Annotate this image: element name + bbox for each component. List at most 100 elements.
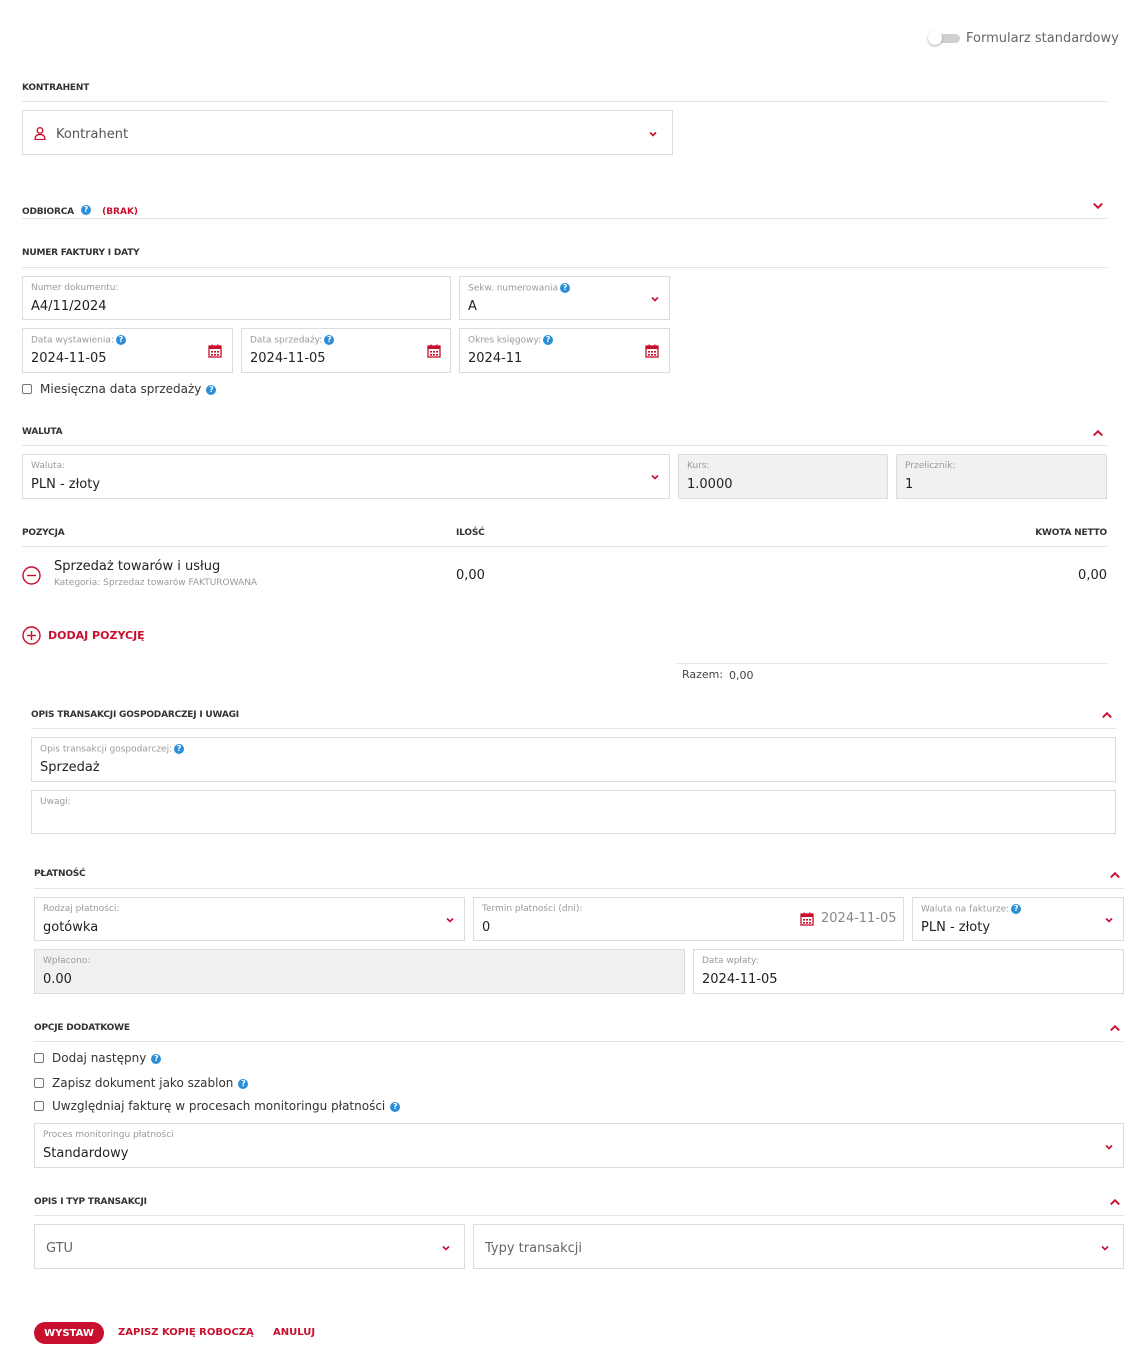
transaction-description-label: Opis transakcji gospodarczej: [40, 744, 173, 755]
invoice-currency-select[interactable]: Waluta na fakturze:? PLN - złoty [912, 897, 1124, 941]
notes-label: Uwagi: [40, 797, 71, 807]
save-template-checkbox[interactable] [34, 1078, 44, 1088]
document-number-field[interactable]: Numer dokumentu: A4/11/2024 [22, 276, 451, 320]
chevron-up-icon[interactable] [1091, 427, 1105, 439]
calendar-icon[interactable] [208, 344, 222, 358]
numer-section-title: NUMER FAKTURY I DATY [22, 248, 140, 258]
help-icon[interactable]: ? [174, 744, 185, 754]
cancel-button[interactable]: ANULUJ [273, 1327, 315, 1338]
document-number-value: A4/11/2024 [31, 299, 107, 314]
monitoring-process-select[interactable]: Proces monitoringu płatności Standardowy [34, 1123, 1124, 1168]
item-net-amount: 0,00 [1078, 568, 1107, 583]
converter-value: 1 [905, 477, 914, 492]
item-category: Kategoria: Sprzedaz towarów FAKTUROWANA [54, 578, 258, 588]
chevron-down-icon[interactable] [1091, 199, 1105, 213]
issue-date-field[interactable]: Data wystawienia:? 2024-11-05 [22, 328, 233, 373]
exchange-rate-label: Kurs: [687, 461, 710, 471]
item-name[interactable]: Sprzedaż towarów i usług [54, 559, 220, 574]
help-icon[interactable]: ? [80, 204, 91, 215]
standard-form-toggle-label: Formularz standardowy [966, 31, 1119, 46]
sale-date-label: Data sprzedaży: [250, 335, 323, 346]
help-icon[interactable]: ? [206, 384, 217, 395]
total-value: 0,00 [729, 669, 754, 682]
divider [22, 218, 1107, 219]
chevron-down-icon [444, 914, 456, 926]
save-draft-button[interactable]: ZAPISZ KOPIĘ ROBOCZĄ [118, 1327, 254, 1338]
accounting-period-field[interactable]: Okres księgowy:? 2024-11 [459, 328, 670, 373]
standard-form-toggle[interactable] [928, 31, 960, 45]
help-icon[interactable]: ? [238, 1078, 249, 1089]
gtu-select[interactable]: GTU [34, 1224, 465, 1269]
platnosc-section-title: PŁATNOŚĆ [34, 869, 86, 879]
help-icon[interactable]: ? [1011, 904, 1022, 914]
payment-type-select[interactable]: Rodzaj płatności: gotówka [34, 897, 465, 941]
payment-date-value: 2024-11-05 [702, 972, 778, 987]
sale-date-field[interactable]: Data sprzedaży:? 2024-11-05 [241, 328, 451, 373]
kontrahent-select[interactable]: Kontrahent [22, 110, 673, 155]
divider [22, 546, 1107, 547]
chevron-down-icon [1099, 1242, 1111, 1254]
numbering-sequence-select[interactable]: Sekw. numerowania? A [459, 276, 670, 320]
converter-field: Przelicznik: 1 [896, 454, 1107, 499]
help-icon[interactable]: ? [560, 283, 571, 293]
help-icon[interactable]: ? [390, 1101, 401, 1112]
chevron-up-icon[interactable] [1108, 869, 1122, 881]
divider [34, 1041, 1124, 1042]
exchange-rate-value: 1.0000 [687, 477, 733, 492]
monthly-sale-date-label: Miesięczna data sprzedaży [40, 382, 202, 396]
chevron-down-icon [1103, 1141, 1115, 1153]
divider [22, 267, 1107, 268]
user-icon [34, 127, 46, 140]
payment-term-value: 0 [482, 920, 491, 935]
calendar-icon[interactable] [645, 344, 659, 358]
chevron-up-icon[interactable] [1108, 1022, 1122, 1034]
payment-type-value: gotówka [43, 920, 99, 935]
issue-button-label: WYSTAW [44, 1327, 94, 1339]
currency-label: Waluta: [31, 461, 66, 471]
help-icon[interactable]: ? [324, 335, 335, 345]
waluta-section-title: WALUTA [22, 427, 63, 437]
monitoring-process-value: Standardowy [43, 1146, 129, 1161]
payment-term-field[interactable]: Termin płatności (dni): 0 2024-11-05 [473, 897, 904, 941]
transaction-types-select[interactable]: Typy transakcji [473, 1224, 1124, 1269]
odbiorca-header[interactable]: ODBIORCA ? (BRAK) [22, 199, 1107, 217]
payment-type-label: Rodzaj płatności: [43, 904, 120, 914]
transaction-description-value: Sprzedaż [40, 760, 100, 775]
help-icon[interactable]: ? [115, 335, 126, 345]
chevron-up-icon[interactable] [1100, 709, 1114, 721]
calendar-icon[interactable] [427, 344, 441, 358]
issue-button[interactable]: WYSTAW [34, 1322, 104, 1344]
help-icon[interactable]: ? [151, 1053, 162, 1064]
payment-due-date: 2024-11-05 [821, 911, 897, 926]
chevron-up-icon[interactable] [1108, 1196, 1122, 1208]
numbering-sequence-value: A [468, 299, 477, 314]
document-number-label: Numer dokumentu: [31, 283, 119, 293]
paid-amount-value: 0.00 [43, 972, 72, 987]
paid-amount-label: Wpłacono: [43, 956, 91, 966]
payment-monitoring-label: Uwzględniaj fakturę w procesach monitori… [52, 1099, 386, 1113]
kontrahent-section-title: KONTRAHENT [22, 83, 90, 93]
payment-date-field[interactable]: Data wpłaty: 2024-11-05 [693, 949, 1124, 994]
opcje-section-title: OPCJE DODATKOWE [34, 1023, 130, 1033]
transaction-types-placeholder: Typy transakcji [485, 1241, 582, 1256]
calendar-icon[interactable] [800, 912, 814, 926]
item-quantity: 0,00 [456, 568, 485, 583]
gtu-placeholder: GTU [46, 1241, 74, 1256]
add-next-label: Dodaj następny [52, 1051, 147, 1065]
column-quantity: ILOŚĆ [456, 528, 485, 538]
typ-section-title: OPIS I TYP TRANSAKCJI [34, 1197, 147, 1207]
chevron-down-icon [649, 471, 661, 483]
payment-term-label: Termin płatności (dni): [482, 904, 583, 914]
payment-monitoring-checkbox[interactable] [34, 1101, 44, 1111]
monitoring-process-label: Proces monitoringu płatności [43, 1130, 174, 1140]
add-circle-icon [22, 626, 41, 645]
invoice-currency-value: PLN - złoty [921, 920, 991, 935]
add-next-checkbox[interactable] [34, 1053, 44, 1063]
remove-item-icon[interactable] [22, 566, 41, 585]
transaction-description-field[interactable]: Opis transakcji gospodarczej:? Sprzedaż [31, 737, 1116, 782]
notes-field[interactable]: Uwagi: [31, 790, 1116, 834]
monthly-sale-date-checkbox[interactable] [22, 384, 32, 394]
converter-label: Przelicznik: [905, 461, 956, 471]
help-icon[interactable]: ? [543, 335, 554, 345]
currency-select[interactable]: Waluta: PLN - złoty [22, 454, 670, 499]
